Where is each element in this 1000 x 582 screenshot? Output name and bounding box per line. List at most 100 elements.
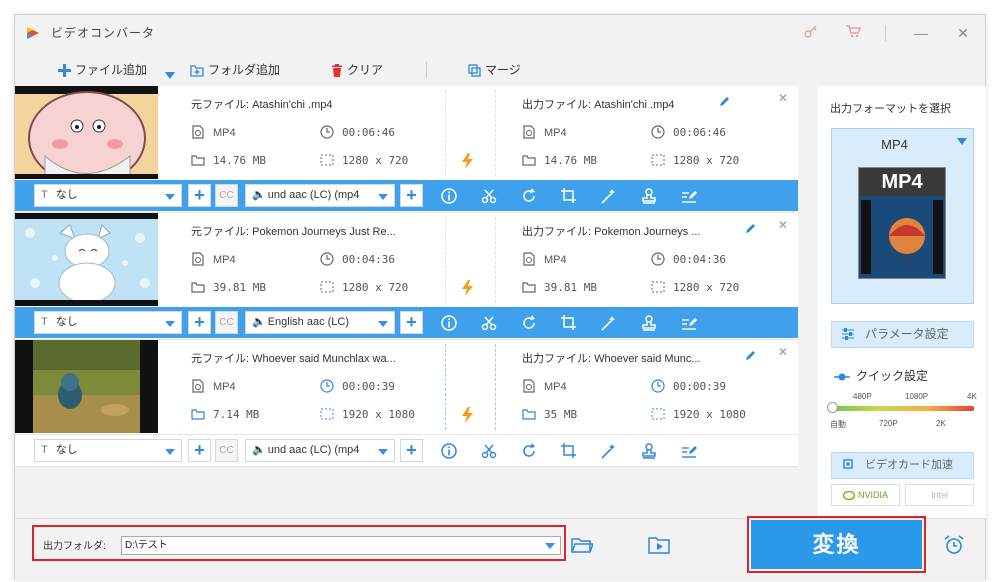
output-folder-section: 出力フォルダ: D:\テスト — [32, 525, 566, 561]
add-file-dropdown[interactable] — [165, 65, 179, 83]
toolbar: ファイル追加 フォルダ追加 クリア マージ — [15, 51, 985, 87]
clock-icon — [651, 125, 665, 139]
parameter-settings-button[interactable]: パラメータ設定 — [831, 321, 974, 348]
rotate-icon[interactable] — [520, 314, 538, 332]
info-icon[interactable] — [440, 442, 458, 460]
video-file-icon — [523, 379, 535, 393]
source-format: MP4 — [191, 252, 236, 266]
rotate-icon[interactable] — [520, 187, 538, 205]
edit-pencil-icon[interactable] — [744, 349, 757, 362]
key-icon[interactable] — [801, 23, 821, 43]
crop-icon[interactable] — [560, 442, 578, 460]
format-selector[interactable]: MP4 MP4 — [831, 128, 974, 304]
edit-subtitle-icon[interactable] — [680, 314, 698, 332]
output-file-name: 出力ファイル: Whoever said Munc... — [522, 353, 701, 365]
subtitle-select[interactable]: T なし — [34, 439, 182, 462]
text-icon: T — [41, 189, 48, 201]
subtitle-select[interactable]: T なし — [34, 311, 182, 334]
video-thumbnail[interactable] — [15, 213, 158, 306]
source-file-name: 元ファイル: Whoever said Munchlax wa... — [191, 353, 396, 365]
clock-icon — [320, 125, 334, 139]
output-format: MP4 — [522, 125, 567, 139]
video-thumbnail[interactable] — [15, 340, 158, 433]
cc-icon[interactable]: CC — [215, 439, 238, 462]
cc-icon[interactable]: CC — [215, 184, 238, 207]
magic-wand-icon[interactable] — [600, 187, 618, 205]
output-size: 39.81 MB — [522, 280, 597, 294]
merge-button[interactable]: マージ — [468, 61, 521, 79]
cart-icon[interactable] — [843, 23, 863, 43]
add-subtitle-button[interactable]: + — [188, 439, 211, 462]
add-audio-button[interactable]: + — [400, 439, 423, 462]
output-resolution: 1280 x 720 — [651, 153, 739, 167]
edit-subtitle-icon[interactable] — [680, 187, 698, 205]
video-file-icon — [523, 125, 535, 139]
resolution-icon — [651, 154, 665, 166]
resolution-icon — [651, 281, 665, 293]
add-audio-button[interactable]: + — [400, 311, 423, 334]
convert-button[interactable]: 変換 — [751, 520, 922, 569]
remove-item-button[interactable]: ✕ — [778, 218, 788, 232]
close-button[interactable]: ✕ — [953, 23, 973, 43]
quality-slider-track[interactable] — [831, 406, 974, 411]
stamp-icon[interactable] — [640, 187, 658, 205]
rotate-icon[interactable] — [520, 442, 538, 460]
output-duration: 00:06:46 — [651, 125, 726, 139]
add-subtitle-button[interactable]: + — [188, 184, 211, 207]
add-file-button[interactable]: ファイル追加 — [58, 61, 147, 79]
cc-icon[interactable]: CC — [215, 311, 238, 334]
remove-item-button[interactable]: ✕ — [778, 345, 788, 359]
scissors-icon[interactable] — [480, 442, 498, 460]
output-video-folder-icon[interactable] — [648, 536, 670, 554]
speaker-icon: 🔈 — [252, 444, 266, 456]
nvidia-badge[interactable]: NVIDIA — [831, 484, 900, 506]
subtitle-select[interactable]: T なし — [34, 184, 182, 207]
folder-icon — [191, 409, 205, 420]
audio-track-select[interactable]: 🔈 und aac (LC) (mp4 — [245, 184, 395, 207]
edit-pencil-icon[interactable] — [718, 95, 731, 108]
nvidia-icon — [842, 490, 856, 501]
edit-pencil-icon[interactable] — [744, 222, 757, 235]
add-file-label: ファイル追加 — [75, 63, 148, 77]
add-subtitle-button[interactable]: + — [188, 311, 211, 334]
hardware-acceleration-button[interactable]: ビデオカード加速 — [831, 452, 974, 479]
scissors-icon[interactable] — [480, 187, 498, 205]
output-size: 35 MB — [522, 407, 577, 421]
crop-icon[interactable] — [560, 187, 578, 205]
lightning-icon — [462, 153, 473, 169]
app-window: ビデオコンバータ — ✕ ファイル追加 フォルダ追加 クリア マージ 元ファイル… — [14, 14, 986, 580]
clock-icon — [320, 252, 334, 266]
info-icon[interactable] — [440, 314, 458, 332]
remove-item-button[interactable]: ✕ — [778, 91, 788, 105]
clear-button[interactable]: クリア — [331, 61, 383, 79]
add-audio-button[interactable]: + — [400, 184, 423, 207]
scissors-icon[interactable] — [480, 314, 498, 332]
slider-icon — [834, 373, 850, 381]
audio-track-select[interactable]: 🔈 English aac (LC) — [245, 311, 395, 334]
crop-icon[interactable] — [560, 314, 578, 332]
audio-track-select[interactable]: 🔈 und aac (LC) (mp4 — [245, 439, 395, 462]
format-name: MP4 — [881, 137, 908, 152]
source-file-name: 元ファイル: Atashin'chi .mp4 — [191, 99, 333, 111]
magic-wand-icon[interactable] — [600, 442, 618, 460]
output-folder-select[interactable]: D:\テスト — [121, 536, 561, 555]
output-format: MP4 — [522, 379, 567, 393]
video-thumbnail[interactable] — [15, 86, 158, 179]
output-file-name: 出力ファイル: Pokemon Journeys ... — [522, 226, 701, 238]
edit-subtitle-icon[interactable] — [680, 442, 698, 460]
source-duration: 00:04:36 — [320, 252, 395, 266]
minimize-button[interactable]: — — [911, 23, 931, 43]
intel-badge[interactable]: Intel — [905, 484, 974, 506]
open-folder-icon[interactable] — [571, 536, 593, 554]
info-icon[interactable] — [440, 187, 458, 205]
add-folder-button[interactable]: フォルダ追加 — [190, 61, 280, 79]
file-item: 元ファイル: Pokemon Journeys Just Re... MP4 0… — [15, 213, 798, 340]
format-panel-title: 出力フォーマットを選択 — [830, 103, 951, 115]
stamp-icon[interactable] — [640, 314, 658, 332]
stamp-icon[interactable] — [640, 442, 658, 460]
quality-slider-thumb[interactable] — [827, 402, 838, 413]
lightning-icon — [462, 407, 473, 423]
alarm-clock-icon[interactable] — [943, 534, 965, 556]
folder-icon — [522, 155, 536, 166]
magic-wand-icon[interactable] — [600, 314, 618, 332]
